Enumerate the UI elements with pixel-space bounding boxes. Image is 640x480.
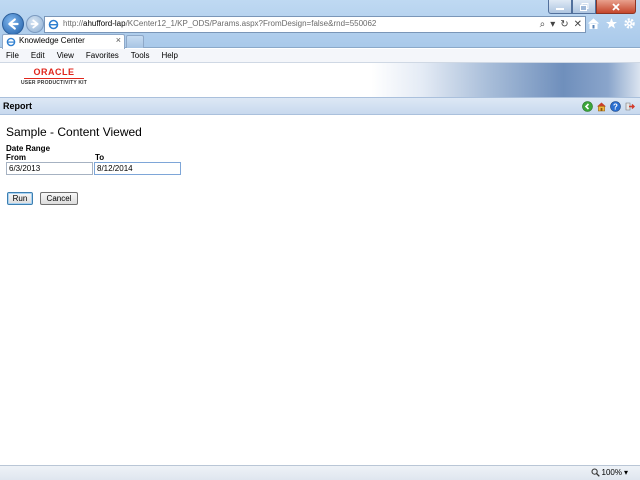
menu-tools[interactable]: Tools (125, 49, 156, 62)
url-host: ahufford-lap (83, 19, 126, 28)
address-dropdown-icon[interactable]: ▾ (550, 18, 555, 32)
close-window-button[interactable] (596, 0, 636, 14)
report-tools: ? (582, 101, 635, 112)
new-tab-button[interactable] (126, 35, 144, 48)
green-back-icon[interactable] (582, 101, 593, 112)
close-icon (612, 2, 620, 11)
to-date-input[interactable] (94, 162, 181, 175)
menu-favorites[interactable]: Favorites (80, 49, 125, 62)
zoom-dropdown-icon[interactable]: ▾ (624, 468, 628, 477)
address-bar[interactable]: http://ahufford-lap/KCenter12_1/KP_ODS/P… (44, 16, 586, 33)
exit-icon[interactable] (624, 101, 635, 112)
logo-divider (24, 78, 84, 79)
menu-bar: File Edit View Favorites Tools Help (0, 49, 640, 63)
back-button[interactable] (2, 13, 24, 35)
refresh-icon[interactable]: ↻ (560, 18, 568, 32)
logo-product: USER PRODUCTIVITY KIT (20, 80, 88, 86)
svg-text:?: ? (613, 102, 618, 111)
from-label: From (6, 153, 26, 162)
minimize-button[interactable] (548, 0, 572, 14)
header-banner: ORACLE USER PRODUCTIVITY KIT (0, 63, 640, 97)
zoom-control[interactable]: 100% ▾ (591, 468, 628, 477)
menu-file[interactable]: File (0, 49, 25, 62)
tab-close-icon[interactable]: × (116, 35, 121, 45)
address-search-icon[interactable]: ⌕ (540, 18, 546, 32)
url-prefix: http:// (63, 19, 84, 28)
minimize-icon (556, 7, 564, 10)
run-button[interactable]: Run (7, 192, 33, 205)
ie-page-icon (48, 19, 59, 30)
logo-brand: ORACLE (33, 67, 75, 77)
date-range-label: Date Range (6, 144, 51, 153)
browser-chrome: http://ahufford-lap/KCenter12_1/KP_ODS/P… (0, 0, 640, 49)
tab-knowledge-center[interactable]: Knowledge Center × (2, 34, 125, 49)
menu-edit[interactable]: Edit (25, 49, 51, 62)
restore-button[interactable] (572, 0, 596, 14)
back-arrow-icon (8, 18, 19, 30)
cancel-button[interactable]: Cancel (40, 192, 78, 205)
forward-button[interactable] (26, 15, 44, 33)
url-text: http://ahufford-lap/KCenter12_1/KP_ODS/P… (63, 19, 376, 28)
ie-tab-icon (6, 37, 16, 47)
stop-icon[interactable]: ✕ (574, 18, 582, 32)
forward-arrow-icon (30, 19, 39, 29)
menu-help[interactable]: Help (155, 49, 183, 62)
report-toolbar: Report ? (0, 97, 640, 115)
zoom-icon (591, 468, 600, 477)
url-path: /KCenter12_1/KP_ODS/Params.aspx?FromDesi… (125, 19, 377, 28)
from-date-input[interactable] (6, 162, 93, 175)
status-bar: 100% ▾ (0, 465, 640, 480)
home-icon[interactable] (596, 101, 607, 112)
home-icon[interactable] (587, 17, 600, 30)
menu-view[interactable]: View (51, 49, 80, 62)
tab-title: Knowledge Center (19, 36, 85, 45)
restore-icon (579, 2, 588, 11)
zoom-level: 100% (601, 468, 622, 477)
star-icon[interactable] (605, 17, 618, 30)
oracle-upk-logo: ORACLE USER PRODUCTIVITY KIT (16, 67, 92, 93)
window-controls (548, 0, 636, 14)
report-label: Report (3, 101, 32, 111)
browser-toolbar (587, 17, 636, 30)
help-icon[interactable]: ? (610, 101, 621, 112)
to-label: To (95, 153, 105, 162)
gear-icon[interactable] (623, 17, 636, 30)
page-title: Sample - Content Viewed (6, 125, 142, 139)
